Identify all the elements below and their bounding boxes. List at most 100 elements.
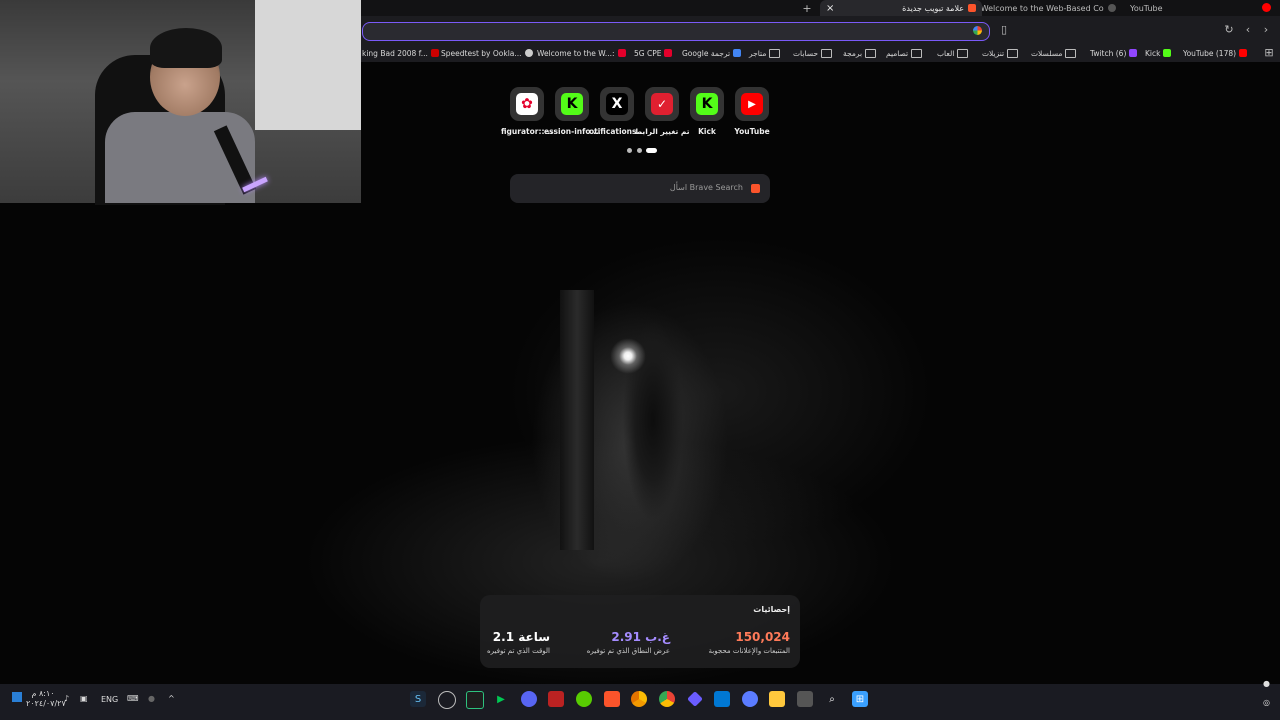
clock-date[interactable]: ٢٠٢٤/٠٧/٢٧	[26, 699, 66, 708]
start-icon[interactable]: ⊞	[852, 691, 868, 707]
google-icon[interactable]	[973, 26, 982, 35]
bookmark-icon[interactable]: ▯	[996, 22, 1012, 38]
search-placeholder: اسأل Brave Search	[669, 183, 743, 192]
bookmark-folder-series[interactable]: مسلسلات	[1031, 46, 1077, 60]
background-pillar	[560, 290, 594, 550]
discord-icon[interactable]	[521, 691, 537, 707]
terminal-icon[interactable]	[466, 691, 484, 709]
bookmark-label: متاجر	[749, 48, 767, 58]
search-icon[interactable]: ⌕	[824, 691, 840, 707]
reload-icon[interactable]: ↻	[1221, 22, 1237, 38]
speedtest-icon	[524, 49, 533, 57]
kick-icon: K	[696, 93, 718, 115]
chrome-icon[interactable]	[659, 691, 675, 707]
bookmark-folder-programming[interactable]: برمجة	[843, 46, 877, 60]
outlook-icon[interactable]	[714, 691, 730, 707]
chrome-canary-icon[interactable]	[631, 691, 647, 707]
duolingo-icon[interactable]	[576, 691, 592, 707]
bookmark-label: تصاميم	[886, 48, 909, 58]
bookmark-folder-designs[interactable]: تصاميم	[886, 46, 923, 60]
bookmark-label: برمجة	[843, 48, 863, 58]
youtube-icon	[1239, 49, 1248, 57]
bookmark-kick[interactable]: Kick	[1145, 46, 1172, 60]
page-dot[interactable]	[637, 148, 642, 153]
tab-youtube[interactable]: YouTube	[1108, 0, 1228, 16]
bookmark-folder-games[interactable]: العاب	[937, 46, 969, 60]
language-indicator[interactable]: ENG	[101, 695, 118, 704]
tab-label: :Welcome to the Web-Based Config	[978, 3, 1104, 13]
bookmark-speedtest[interactable]: Speedtest by Ookla...	[441, 46, 533, 60]
bookmark-label: العاب	[937, 48, 955, 58]
tab-label: علامة تبويب جديدة	[902, 3, 964, 13]
steam-icon[interactable]: S	[410, 691, 426, 707]
folder-icon	[1007, 48, 1019, 58]
bookmark-label: مسلسلات	[1031, 48, 1063, 58]
bookmark-folder-accounts[interactable]: حسابات	[793, 46, 833, 60]
twitch-icon	[1129, 49, 1138, 57]
bookmark-youtube[interactable]: YouTube (178)	[1183, 46, 1248, 60]
grid-menu-icon[interactable]: ⊞	[1261, 45, 1277, 61]
shortcut-huawei[interactable]: ✿	[510, 87, 544, 121]
folder-icon	[865, 48, 877, 58]
bookmark-label: Speedtest by Ookla...	[441, 48, 522, 58]
address-bar[interactable]	[362, 22, 990, 41]
windows-icon[interactable]	[12, 692, 22, 702]
shortcut-link-changed[interactable]: ✓	[645, 87, 679, 121]
clock-app-icon[interactable]	[438, 691, 456, 709]
file-explorer-icon[interactable]	[769, 691, 785, 707]
folder-icon	[1065, 48, 1077, 58]
bookmark-label: 5G CPE	[634, 48, 662, 58]
bookmark-folder-stores[interactable]: متاجر	[749, 46, 781, 60]
bookmark-google-translate[interactable]: Google ترجمة	[682, 46, 742, 60]
folder-icon	[821, 48, 833, 58]
speaker-icon[interactable]: ♪	[64, 694, 69, 703]
forward-icon[interactable]: ›	[1258, 22, 1274, 38]
folder-icon	[911, 48, 923, 58]
kick-icon: K	[561, 93, 583, 115]
close-tab-icon[interactable]: ×	[826, 3, 834, 14]
kick-icon	[1163, 49, 1172, 57]
brave-icon	[968, 4, 976, 12]
page-dot-active[interactable]	[646, 148, 657, 153]
back-icon[interactable]: ‹	[1240, 22, 1256, 38]
shortcut-kick-session[interactable]: K	[555, 87, 589, 121]
bookmark-folder-downloads[interactable]: تنزيلات	[982, 46, 1019, 60]
stat-bandwidth-label: عرض النطاق الذي تم توفيره	[586, 647, 670, 655]
bookmark-label: Welcome to the W...:	[537, 48, 615, 58]
new-tab-button[interactable]: +	[800, 0, 814, 16]
play-icon[interactable]: ▶	[493, 691, 509, 707]
stat-time-label: الوقت الذي تم توفيره	[487, 647, 550, 655]
bookmark-label: Kick	[1145, 48, 1161, 58]
task-view-icon[interactable]	[797, 691, 813, 707]
chatgpt-icon[interactable]	[742, 691, 758, 707]
notification-icon[interactable]: ◎	[1263, 698, 1270, 707]
bookmark-welcome[interactable]: Welcome to the W...:	[537, 46, 626, 60]
obs-icon[interactable]	[548, 691, 564, 707]
bookmark-label: king Bad 2008 f...	[362, 48, 428, 58]
page-dot[interactable]	[627, 148, 632, 153]
bookmark-label: حسابات	[793, 48, 819, 58]
bookmark-5g-cpe[interactable]: 5G CPE	[634, 46, 673, 60]
folder-icon	[769, 48, 781, 58]
background-flashlight	[610, 338, 646, 374]
keyboard-icon[interactable]: ⌨	[127, 694, 139, 703]
bookmark-label: Google ترجمة	[682, 48, 731, 58]
clock-time[interactable]: ٨:١٠ م	[26, 689, 60, 698]
mic-icon[interactable]: ●	[148, 694, 155, 703]
youtube-icon: ▶	[741, 93, 763, 115]
tab-new-tab[interactable]: × علامة تبويب جديدة	[820, 0, 982, 16]
chevron-up-icon[interactable]: ^	[168, 694, 175, 703]
shortcut-youtube[interactable]: ▶	[735, 87, 769, 121]
network-icon[interactable]: ▣	[80, 694, 88, 703]
bookmark-movie[interactable]: king Bad 2008 f...	[362, 46, 439, 60]
mic-icon[interactable]: ●	[1263, 679, 1270, 688]
brave-icon[interactable]	[604, 691, 620, 707]
shortcut-x[interactable]: X	[600, 87, 634, 121]
movie-icon	[430, 49, 439, 57]
tab-web-config[interactable]: :Welcome to the Web-Based Config	[978, 0, 1104, 16]
bookmark-twitch[interactable]: Twitch (6)	[1090, 46, 1138, 60]
stat-trackers-value: 150,024	[735, 630, 790, 644]
shortcut-kick[interactable]: K	[690, 87, 724, 121]
stat-bandwidth-value: 2.91 غ.ب	[611, 630, 670, 644]
x-icon: X	[606, 93, 628, 115]
